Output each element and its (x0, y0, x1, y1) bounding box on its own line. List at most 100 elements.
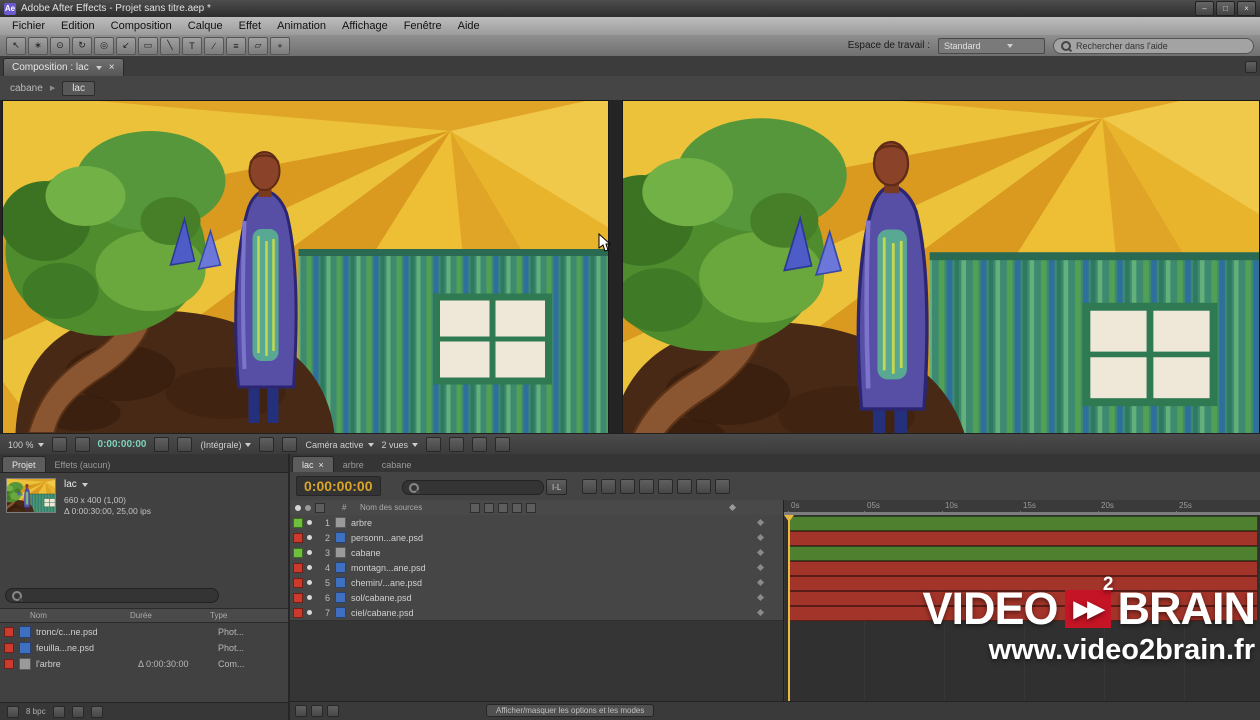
label-color-chip[interactable] (293, 532, 303, 543)
brainstorm-icon[interactable] (677, 479, 692, 494)
selection-tool-icon[interactable]: ↖ (6, 36, 26, 55)
grid-options-icon[interactable] (51, 437, 67, 452)
parent-pickwhip-icon[interactable] (756, 533, 765, 542)
hand-tool-icon[interactable]: ∗ (28, 36, 48, 55)
menu-fichier[interactable]: Fichier (4, 20, 53, 32)
layer-row[interactable]: 3 cabane (290, 545, 783, 561)
lock-column-icon[interactable] (315, 502, 325, 513)
layer-duration-bar[interactable] (789, 561, 1258, 576)
selected-item-name[interactable]: lac (64, 478, 77, 492)
audio-column-icon[interactable] (305, 504, 311, 511)
parent-pickwhip-icon[interactable] (756, 608, 765, 617)
project-item-row[interactable]: feuilla...ne.psd Phot... (0, 640, 288, 655)
zoom-tool-icon[interactable]: ⊙ (50, 36, 70, 55)
3d-switch-icon[interactable] (526, 502, 536, 513)
minimize-button[interactable]: – (1195, 1, 1214, 16)
maximize-button[interactable]: □ (1216, 1, 1235, 16)
new-folder-icon[interactable] (52, 705, 65, 718)
layer-row[interactable]: 1 arbre (290, 515, 783, 531)
frame-blending-icon[interactable] (639, 479, 654, 494)
layer-duration-bar[interactable] (789, 516, 1258, 531)
panel-menu-icon[interactable] (1245, 61, 1257, 73)
tab-composition-lac[interactable]: Composition : lac × (3, 58, 124, 76)
motion-blur-switch-icon[interactable] (512, 502, 522, 513)
current-time-indicator[interactable] (784, 515, 794, 702)
source-name-column[interactable]: Nom des sources (360, 503, 422, 512)
column-nom[interactable]: Nom (0, 611, 130, 620)
menu-edition[interactable]: Edition (53, 20, 103, 32)
composition-view-right[interactable] (622, 100, 1260, 434)
column-type[interactable]: Type (210, 611, 288, 620)
label-color-chip[interactable] (293, 517, 303, 528)
parent-pickwhip-icon[interactable] (756, 548, 765, 557)
snapshot-icon[interactable] (154, 437, 170, 452)
eye-icon[interactable] (307, 580, 312, 585)
label-color-chip[interactable] (293, 607, 303, 618)
motion-blur-icon[interactable] (658, 479, 673, 494)
current-time-display[interactable]: 0:00:00:00 (296, 476, 381, 496)
help-search-input[interactable]: Rechercher dans l'aide (1053, 37, 1254, 54)
composition-view-left[interactable] (2, 100, 609, 434)
pen-tool-icon[interactable]: ╲ (160, 36, 180, 55)
color-depth-label[interactable]: 8 bpc (26, 707, 46, 716)
parent-pickwhip-icon[interactable] (756, 593, 765, 602)
in-out-column-icon[interactable] (728, 503, 737, 512)
parent-pickwhip-icon[interactable] (756, 563, 765, 572)
timeline-tab-arbre[interactable]: arbre (334, 457, 373, 472)
layer-row[interactable]: 2 personn...ane.psd (290, 530, 783, 546)
graph-editor-icon[interactable] (715, 479, 730, 494)
menu-fenetre[interactable]: Fenêtre (396, 20, 450, 32)
tab-projet[interactable]: Projet (2, 456, 46, 472)
label-color-chip[interactable] (293, 547, 303, 558)
expand-layer-switches-icon[interactable] (295, 705, 307, 717)
project-item-row[interactable]: l'arbre Δ 0:00:30:00 Com... (0, 656, 288, 671)
flowchart-button-icon[interactable] (495, 437, 511, 452)
layer-duration-bar[interactable] (789, 546, 1258, 561)
parent-pickwhip-icon[interactable] (756, 518, 765, 527)
breadcrumb-lac[interactable]: lac (62, 80, 95, 96)
eye-icon[interactable] (307, 550, 312, 555)
clone-stamp-tool-icon[interactable]: ≡ (226, 36, 246, 55)
label-color-chip[interactable] (4, 642, 14, 653)
label-color-chip[interactable] (4, 626, 14, 637)
interpret-footage-icon[interactable] (7, 705, 19, 718)
eye-icon[interactable] (307, 535, 312, 540)
layer-duration-bar[interactable] (789, 531, 1258, 546)
timeline-button-icon[interactable] (472, 437, 488, 452)
eraser-tool-icon[interactable]: ▱ (248, 36, 268, 55)
fast-preview-icon[interactable] (449, 437, 465, 452)
menu-aide[interactable]: Aide (450, 20, 488, 32)
close-button[interactable]: × (1237, 1, 1256, 16)
time-ruler[interactable]: 0s 05s 10s 15s 20s 25s (783, 500, 1260, 515)
project-item-row[interactable]: tronc/c...ne.psd Phot... (0, 624, 288, 639)
layer-row[interactable]: 6 sol/cabane.psd (290, 590, 783, 606)
menu-calque[interactable]: Calque (180, 20, 231, 32)
layer-row[interactable]: 7 ciel/cabane.psd (290, 605, 783, 621)
tab-close-icon[interactable]: × (109, 62, 115, 73)
in-out-button[interactable]: I-L (546, 479, 568, 495)
composition-mini-flowchart-icon[interactable] (582, 479, 597, 494)
video-column-icon[interactable] (295, 504, 301, 511)
eye-icon[interactable] (307, 595, 312, 600)
label-color-chip[interactable] (293, 592, 303, 603)
draft-3d-icon[interactable] (601, 479, 616, 494)
rotation-tool-icon[interactable]: ↻ (72, 36, 92, 55)
hide-shy-layers-icon[interactable] (620, 479, 635, 494)
resolution-select[interactable]: (Intégrale) (200, 440, 252, 450)
timeline-tab-cabane[interactable]: cabane (373, 457, 421, 472)
menu-affichage[interactable]: Affichage (334, 20, 396, 32)
transparency-grid-icon[interactable] (282, 437, 298, 452)
tab-effets[interactable]: Effets (aucun) (46, 457, 120, 472)
label-color-chip[interactable] (4, 658, 14, 669)
camera-select[interactable]: Caméra active (305, 440, 374, 450)
menu-animation[interactable]: Animation (269, 20, 334, 32)
region-of-interest-icon[interactable] (259, 437, 275, 452)
column-duree[interactable]: Durée (130, 611, 210, 620)
label-color-chip[interactable] (293, 562, 303, 573)
timeline-search-input[interactable] (402, 480, 544, 495)
new-composition-icon[interactable] (71, 705, 84, 718)
expand-transfer-modes-icon[interactable] (311, 705, 323, 717)
expand-in-out-icon[interactable] (327, 705, 339, 717)
breadcrumb-cabane[interactable]: cabane (10, 83, 43, 94)
eye-icon[interactable] (307, 610, 312, 615)
